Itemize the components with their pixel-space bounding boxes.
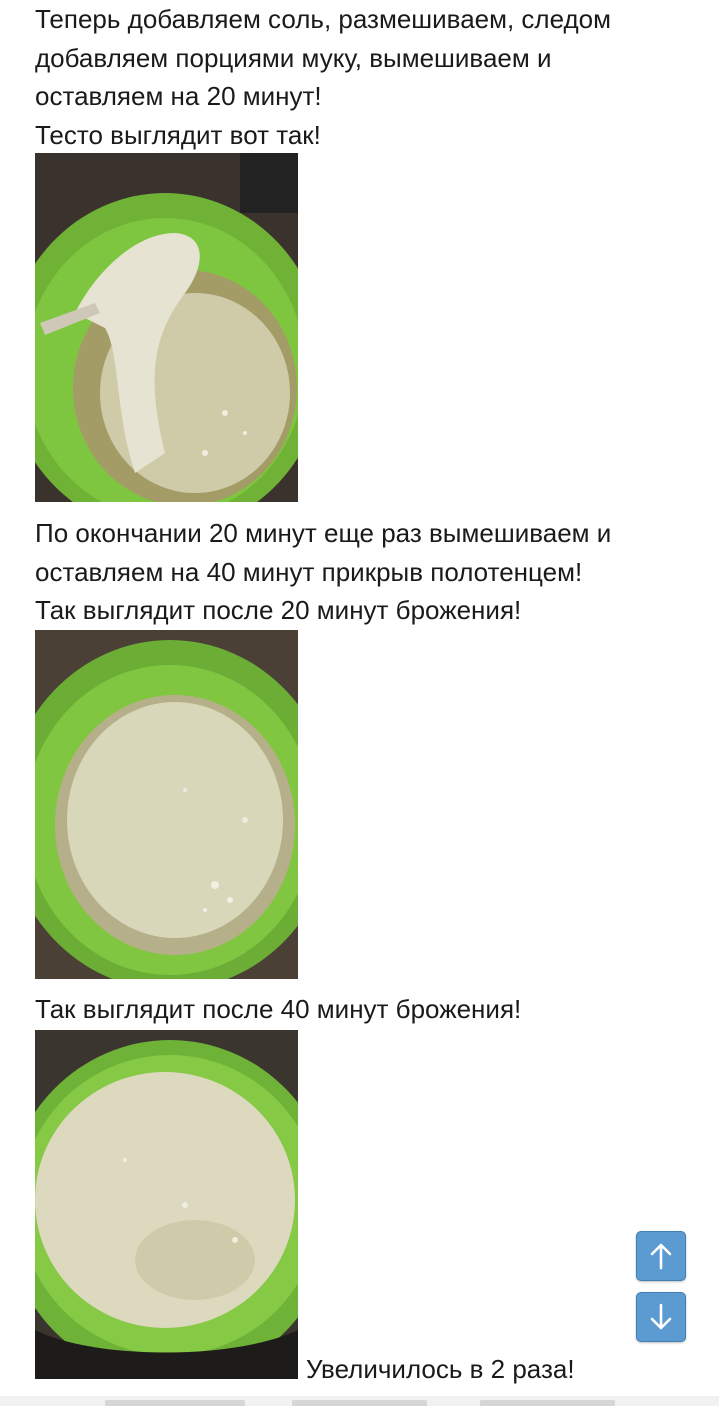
- caption-doubled: Увеличилось в 2 раза!: [306, 1354, 575, 1384]
- text-line: Теперь добавляем соль, размешиваем, след…: [35, 4, 611, 34]
- dough-bowl-image: [35, 153, 298, 502]
- paragraph-knead-again: По окончании 20 минут еще раз вымешиваем…: [35, 514, 695, 630]
- photo-dough-40-minutes[interactable]: [35, 1030, 298, 1379]
- paragraph-40-minutes: Так выглядит после 40 минут брожения!: [35, 990, 695, 1029]
- dough-bowl-image: [35, 630, 298, 979]
- text-line: Тесто выглядит вот так!: [35, 119, 321, 150]
- text-line: По окончании 20 минут еще раз вымешиваем…: [35, 518, 612, 548]
- photo-dough-20-minutes[interactable]: [35, 630, 298, 979]
- paragraph-add-salt: Теперь добавляем соль, размешиваем, след…: [35, 0, 695, 154]
- toolbar-tab[interactable]: [480, 1400, 615, 1406]
- toolbar-tab[interactable]: [292, 1400, 427, 1406]
- text-line: добавляем порциями муку, вымешиваем и: [35, 42, 552, 73]
- scroll-up-button[interactable]: [636, 1231, 686, 1281]
- dough-bowl-image: [35, 1030, 298, 1379]
- article-page: Теперь добавляем соль, размешиваем, след…: [0, 0, 719, 1406]
- text-line: оставляем на 40 минут прикрыв полотенцем…: [35, 556, 583, 587]
- photo-dough-initial[interactable]: [35, 153, 298, 502]
- text-line: оставляем на 20 минут!: [35, 81, 322, 111]
- text-line: Так выглядит после 20 минут брожения!: [35, 595, 522, 625]
- arrow-down-icon: [650, 1303, 672, 1330]
- toolbar-tab[interactable]: [105, 1400, 245, 1406]
- scroll-down-button[interactable]: [636, 1292, 686, 1342]
- bottom-toolbar-edge: [0, 1396, 719, 1406]
- text-line: Так выглядит после 40 минут брожения!: [35, 994, 522, 1024]
- arrow-up-icon: [650, 1243, 672, 1270]
